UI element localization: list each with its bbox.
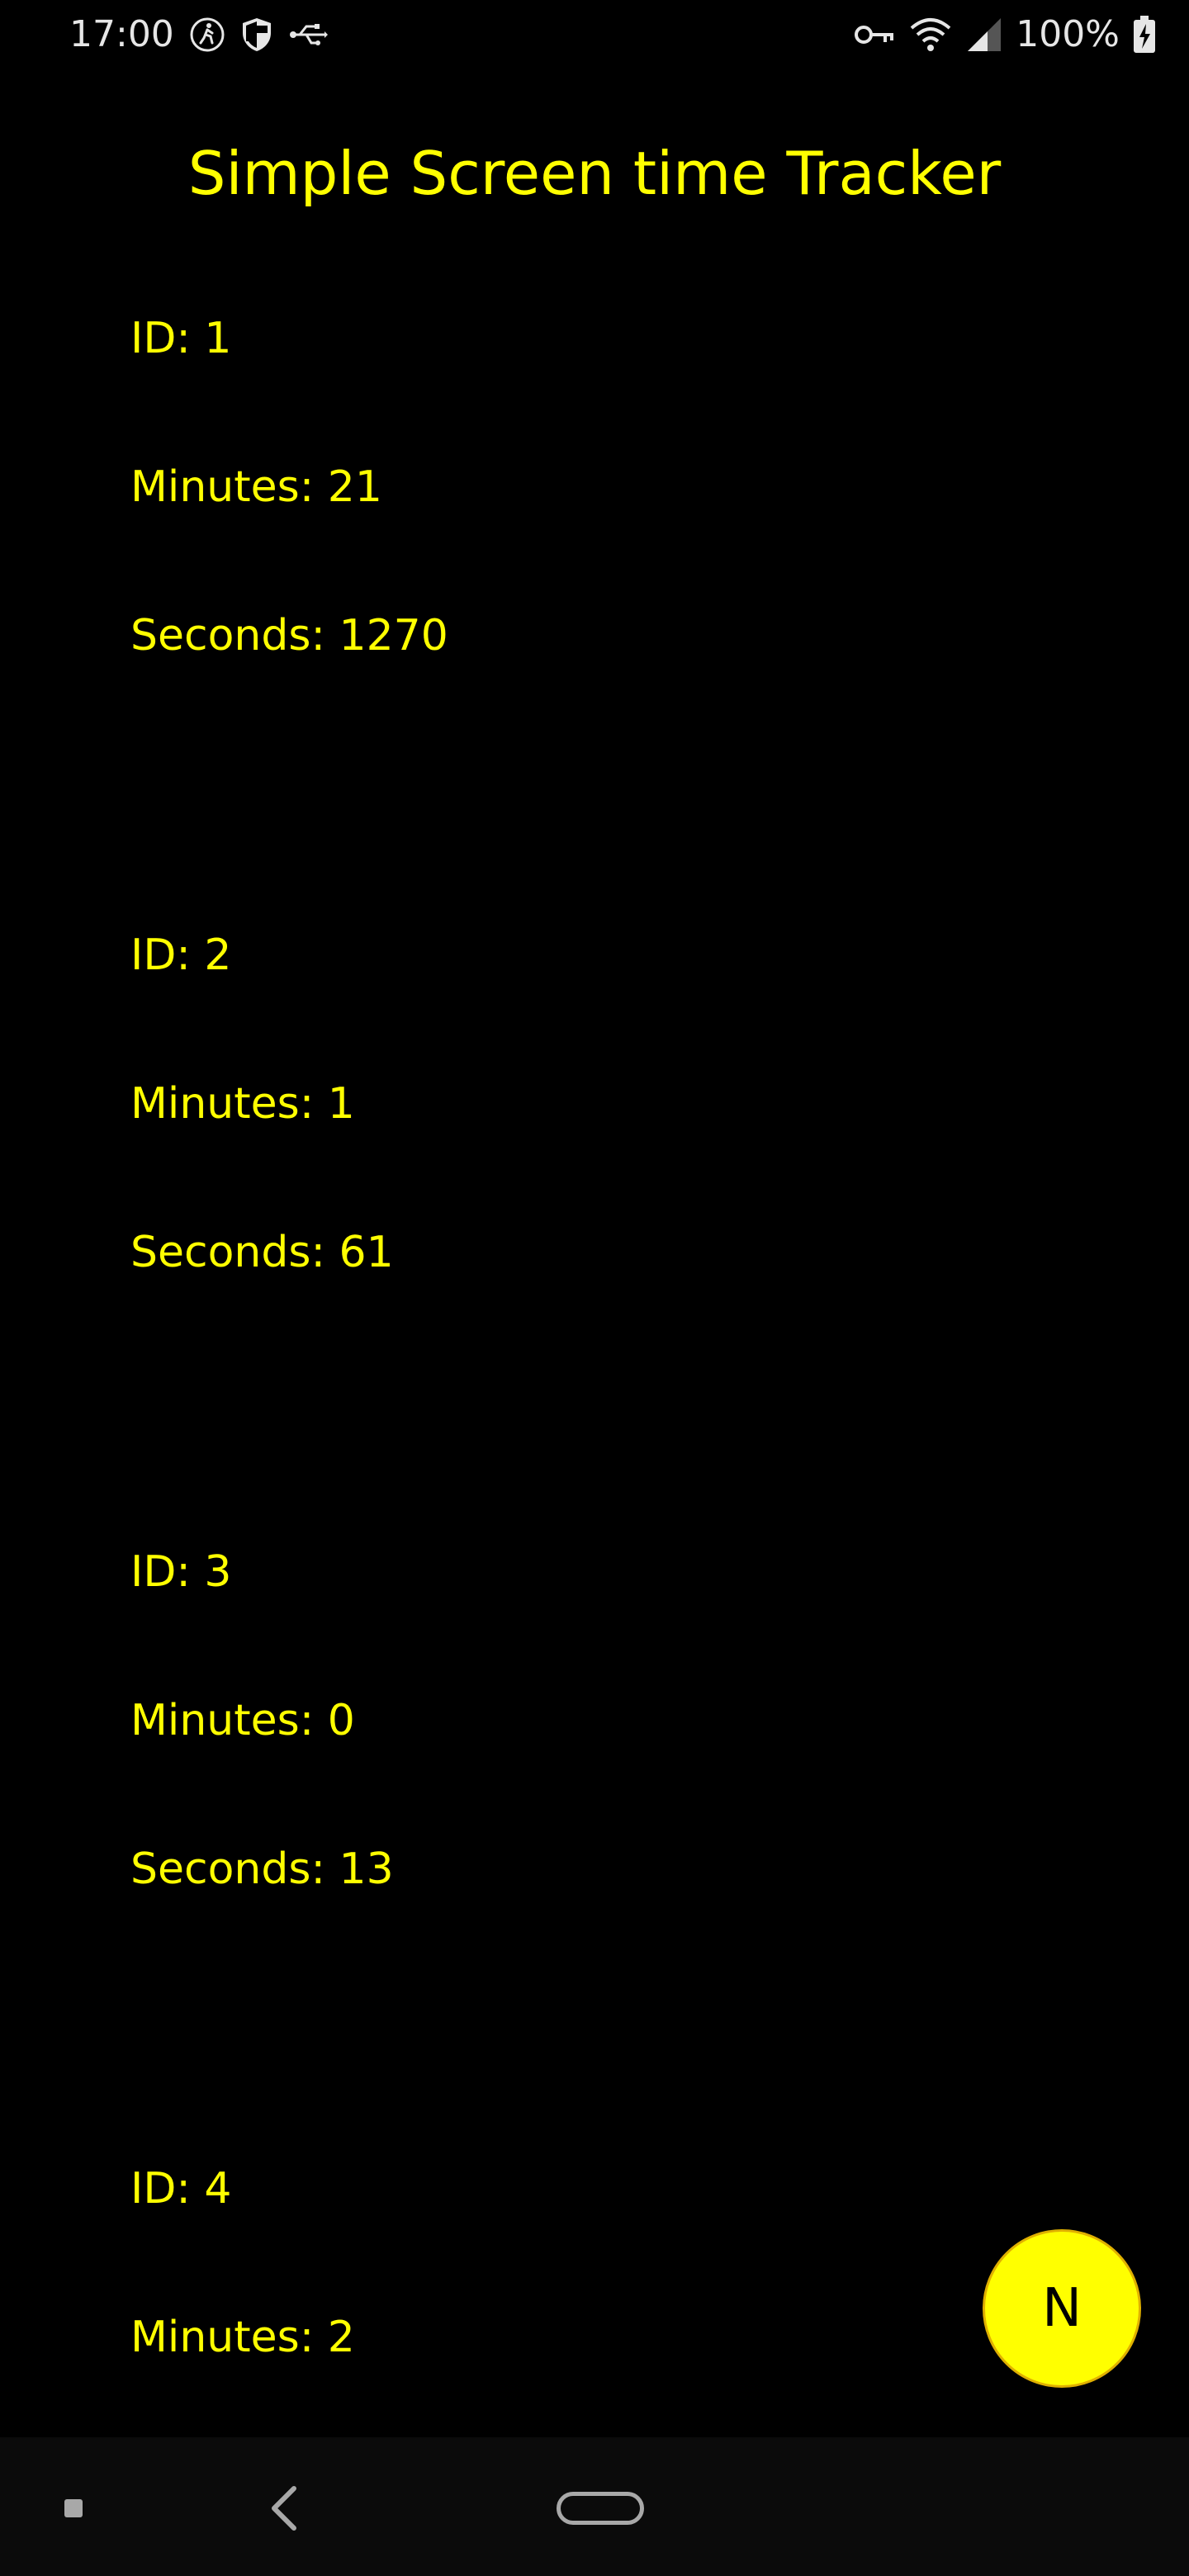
status-time: 17:00 xyxy=(69,13,174,55)
record-seconds: Seconds: 61 xyxy=(130,1228,394,1277)
home-pill-icon[interactable] xyxy=(557,2492,644,2525)
record-seconds: Seconds: 13 xyxy=(130,1844,394,1894)
record-minutes: Minutes: 0 xyxy=(130,1696,355,1745)
record-minutes: Minutes: 1 xyxy=(130,1079,355,1129)
wifi-icon xyxy=(908,17,953,53)
record-id: ID: 1 xyxy=(130,314,232,363)
back-icon[interactable] xyxy=(266,2484,302,2536)
signal-icon xyxy=(966,17,1002,53)
status-left: 17:00 xyxy=(69,13,328,55)
new-record-button[interactable]: N xyxy=(983,2229,1141,2388)
status-right: 100% xyxy=(854,13,1156,55)
app-title: Simple Screen time Tracker xyxy=(187,139,1002,208)
shield-icon xyxy=(240,17,273,53)
key-icon xyxy=(854,22,895,47)
status-bar: 17:00 100% xyxy=(0,0,1189,76)
record-minutes: Minutes: 2 xyxy=(130,2313,355,2362)
record-minutes: Minutes: 21 xyxy=(130,462,382,512)
fab-label: N xyxy=(1042,2278,1082,2339)
record-id: ID: 2 xyxy=(130,930,232,980)
battery-text: 100% xyxy=(1016,13,1120,55)
activity-icon xyxy=(189,17,225,53)
recents-icon[interactable] xyxy=(64,2499,83,2517)
record-id: ID: 4 xyxy=(130,2164,232,2214)
battery-charging-icon xyxy=(1133,15,1156,54)
usb-icon xyxy=(288,20,328,50)
record-id: ID: 3 xyxy=(130,1547,232,1597)
record-seconds: Seconds: 1270 xyxy=(130,611,448,661)
navigation-bar xyxy=(0,2437,1189,2576)
